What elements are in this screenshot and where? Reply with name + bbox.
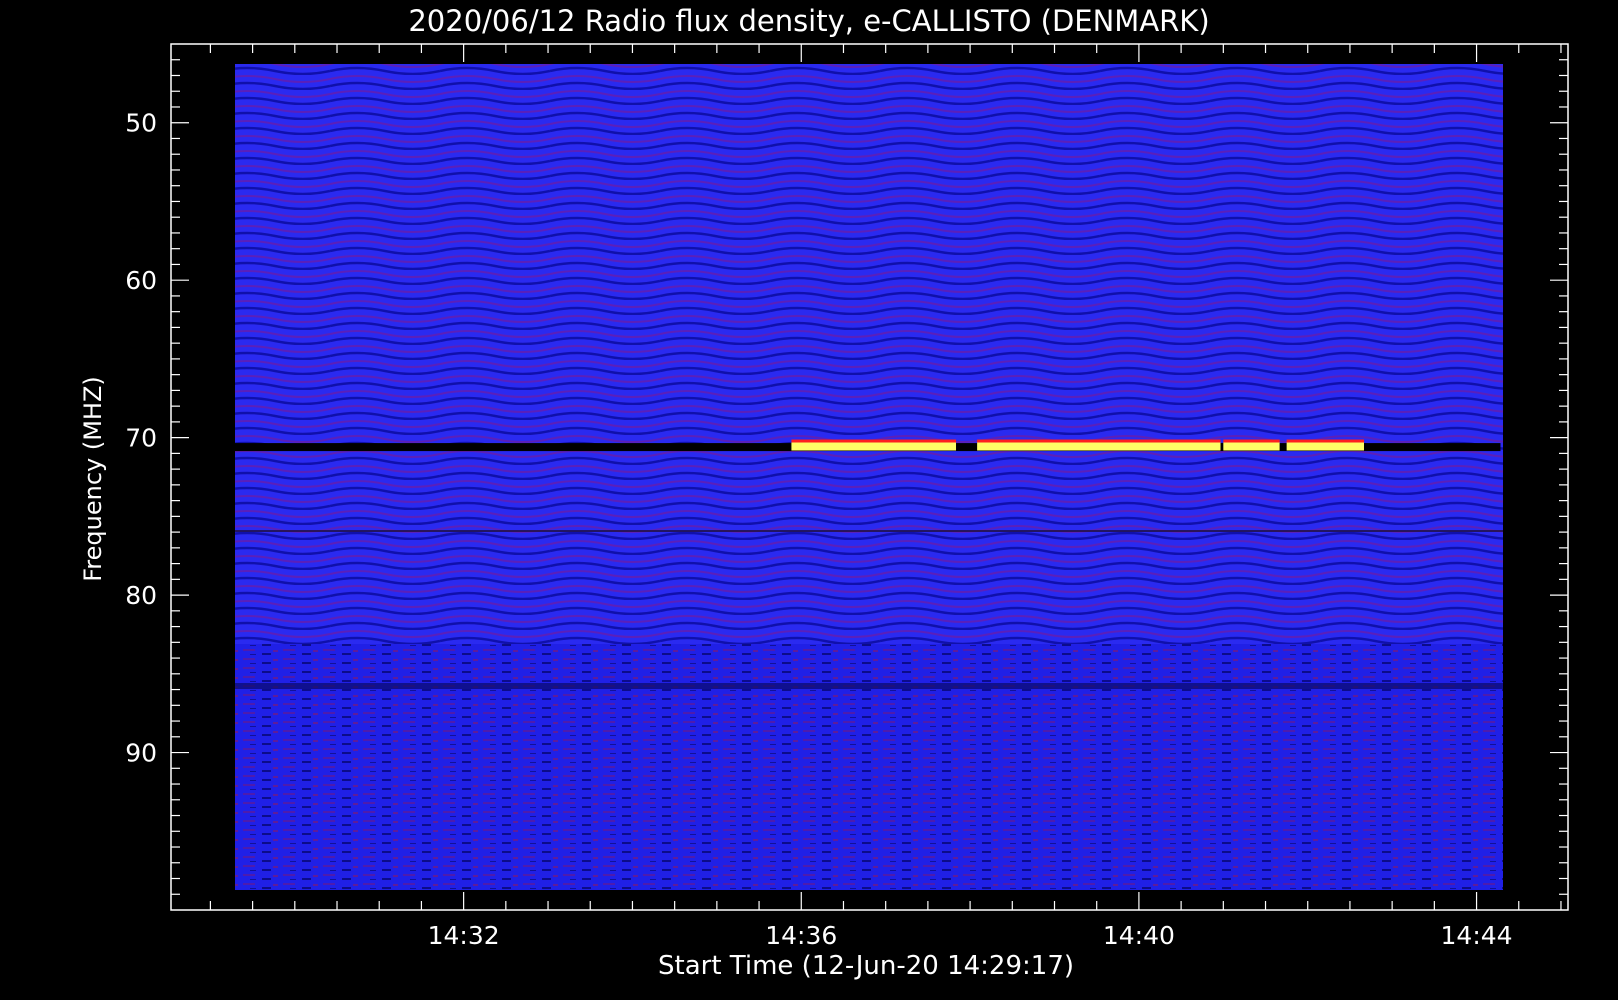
y-axis-label: Frequency (MHZ): [79, 376, 107, 582]
burst-edge: [1223, 439, 1280, 443]
burst-segment: [977, 442, 1221, 451]
burst-segment: [1223, 442, 1280, 451]
x-axis-label: Start Time (12-Jun-20 14:29:17): [658, 951, 1074, 981]
x-tick-label: 14:40: [1103, 921, 1175, 950]
x-tick-label: 14:36: [765, 921, 837, 950]
chart-title: 2020/06/12 Radio flux density, e-CALLIST…: [408, 4, 1209, 38]
dark-band-85mhz: [235, 683, 1503, 689]
spectrogram-chart: 2020/06/12 Radio flux density, e-CALLIST…: [79, 4, 1569, 981]
y-tick-label: 80: [125, 581, 157, 610]
burst-segment: [791, 442, 957, 451]
burst-edge: [977, 439, 1221, 443]
y-tick-label: 90: [125, 739, 157, 768]
burst-edge: [791, 439, 957, 443]
spectrogram-noise-region: [235, 644, 1503, 890]
y-tick-label: 70: [125, 424, 157, 453]
burst-edge: [1286, 439, 1365, 443]
x-tick-label: 14:44: [1441, 921, 1513, 950]
burst-segment: [1286, 442, 1365, 451]
x-tick-label: 14:32: [428, 921, 500, 950]
y-tick-label: 50: [125, 109, 157, 138]
dark-line-76mhz: [235, 530, 1503, 532]
y-tick-label: 60: [125, 266, 157, 295]
plot-area: [234, 64, 1503, 890]
spectrogram-image: [235, 64, 1503, 644]
